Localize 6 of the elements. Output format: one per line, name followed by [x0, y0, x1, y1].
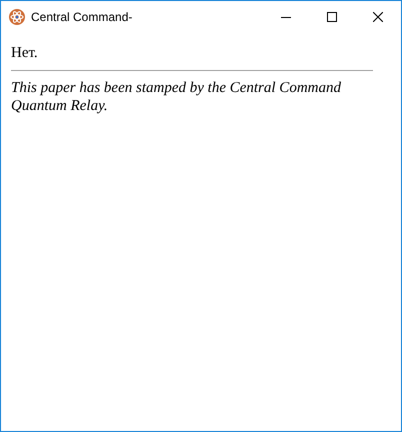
- maximize-icon: [327, 12, 337, 22]
- close-icon: [373, 12, 383, 22]
- stamp-note: This paper has been stamped by the Central Command Quantum Relay.: [11, 79, 342, 115]
- atom-icon: [9, 8, 25, 24]
- paper-text: Нет.: [11, 45, 39, 62]
- window-title: Central Command-: [31, 10, 134, 24]
